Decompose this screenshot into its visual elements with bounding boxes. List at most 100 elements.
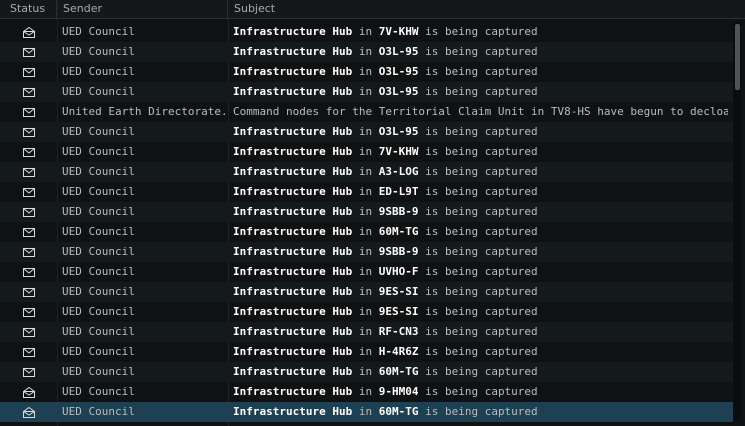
subject-pre: Infrastructure Hub xyxy=(233,205,353,218)
column-header-subject[interactable]: Subject xyxy=(228,0,745,18)
message-sender: UED Council xyxy=(62,225,135,238)
subject-mid: in xyxy=(352,85,379,98)
message-row[interactable]: UED Council Infrastructure Hub in O3L-95 … xyxy=(0,62,733,82)
subject-mid: in xyxy=(352,325,379,338)
message-row[interactable]: UED Council Infrastructure Hub in 60M-TG … xyxy=(0,222,733,242)
message-row[interactable]: UED Council Infrastructure Hub in H-4R6Z … xyxy=(0,342,733,362)
envelope-closed-icon xyxy=(0,322,57,342)
message-row[interactable]: UED Council Infrastructure Hub in 9SBB-9 … xyxy=(0,202,733,222)
message-subject: Infrastructure Hub in 60M-TG is being ca… xyxy=(233,362,728,382)
message-row[interactable]: UED Council Infrastructure Hub in 9ES-SI … xyxy=(0,302,733,322)
message-row[interactable]: UED Council Infrastructure Hub in 9ES-SI … xyxy=(0,282,733,302)
message-row[interactable]: UED Council Infrastructure Hub in 9-HM04 … xyxy=(0,382,733,402)
subject-post: is being captured xyxy=(418,305,538,318)
subject-pre: Infrastructure Hub xyxy=(233,125,353,138)
message-sender: UED Council xyxy=(62,385,135,398)
envelope-closed-icon xyxy=(0,362,57,382)
message-row[interactable]: UED Council Infrastructure Hub in 7V-KHW … xyxy=(0,22,733,42)
envelope-closed-icon xyxy=(0,82,57,102)
subject-mid: in xyxy=(352,145,379,158)
subject-pre: Infrastructure Hub xyxy=(233,145,353,158)
message-sender: UED Council xyxy=(62,265,135,278)
message-row[interactable]: UED Council Infrastructure Hub in UVHO-F … xyxy=(0,262,733,282)
message-row[interactable]: UED Council Infrastructure Hub in O3L-95 … xyxy=(0,122,733,142)
message-row[interactable]: UED Council Infrastructure Hub in O3L-95 … xyxy=(0,42,733,62)
subject-loc: A3-LOG xyxy=(378,165,419,178)
subject-pre: Infrastructure Hub xyxy=(233,285,353,298)
subject-pre: Infrastructure Hub xyxy=(233,405,353,418)
message-row[interactable]: UED Council Infrastructure Hub in RF-CN3 … xyxy=(0,322,733,342)
subject-pre: Infrastructure Hub xyxy=(233,385,353,398)
subject-post: is being captured xyxy=(418,385,538,398)
message-row[interactable]: UED Council Infrastructure Hub in 60M-TG … xyxy=(0,402,733,422)
subject-post: is being captured xyxy=(418,285,538,298)
subject-loc: 9ES-SI xyxy=(378,305,419,318)
subject-loc: 9ES-SI xyxy=(378,285,419,298)
message-sender: UED Council xyxy=(62,45,135,58)
envelope-closed-icon xyxy=(0,62,57,82)
envelope-closed-icon xyxy=(0,122,57,142)
mail-window: Status Sender Subject UED Council Infrast… xyxy=(0,0,745,426)
message-subject: Infrastructure Hub in 9SBB-9 is being ca… xyxy=(233,242,728,262)
envelope-closed-icon xyxy=(0,142,57,162)
subject-loc: O3L-95 xyxy=(378,125,419,138)
subject-post: is being captured xyxy=(418,25,538,38)
subject-pre: Infrastructure Hub xyxy=(233,65,353,78)
envelope-open-icon xyxy=(0,382,57,402)
message-subject: Infrastructure Hub in UVHO-F is being ca… xyxy=(233,262,728,282)
message-sender: UED Council xyxy=(62,325,135,338)
subject-post: is being captured xyxy=(418,145,538,158)
message-row[interactable]: UED Council Infrastructure Hub in ED-L9T … xyxy=(0,182,733,202)
subject-post: is being captured xyxy=(418,345,538,358)
subject-mid: in xyxy=(352,25,379,38)
message-subject: Infrastructure Hub in 9ES-SI is being ca… xyxy=(233,302,728,322)
envelope-closed-icon xyxy=(0,102,57,122)
message-row[interactable]: UED Council Infrastructure Hub in 60M-TG … xyxy=(0,362,733,382)
envelope-open-icon xyxy=(0,402,57,422)
message-sender: United Earth Directorate. xyxy=(62,105,226,118)
subject-loc: O3L-95 xyxy=(378,45,419,58)
subject-post: is being captured xyxy=(418,365,538,378)
message-subject: Infrastructure Hub in 7V-KHW is being ca… xyxy=(233,142,728,162)
subject-loc: O3L-95 xyxy=(378,65,419,78)
subject-pre: Infrastructure Hub xyxy=(233,325,353,338)
subject-post: is being captured xyxy=(418,245,538,258)
subject-loc: 60M-TG xyxy=(378,225,419,238)
subject-post: is being captured xyxy=(418,65,538,78)
column-header: Status Sender Subject xyxy=(0,0,745,19)
column-header-sender[interactable]: Sender xyxy=(57,0,228,18)
message-row[interactable]: UED Council Infrastructure Hub in 7V-KHW … xyxy=(0,142,733,162)
message-subject: Infrastructure Hub in 9ES-SI is being ca… xyxy=(233,282,728,302)
subject-post: is being captured xyxy=(418,125,538,138)
message-subject: Infrastructure Hub in O3L-95 is being ca… xyxy=(233,82,728,102)
scrollbar-thumb[interactable] xyxy=(735,24,740,90)
message-row[interactable]: UED Council Infrastructure Hub in A3-LOG … xyxy=(0,162,733,182)
subject-post: is being captured xyxy=(418,165,538,178)
message-sender: UED Council xyxy=(62,125,135,138)
message-subject: Infrastructure Hub in 60M-TG is being ca… xyxy=(233,402,728,422)
message-sender: UED Council xyxy=(62,85,135,98)
envelope-closed-icon xyxy=(0,222,57,242)
message-row[interactable]: UED Council Infrastructure Hub in O3L-95 … xyxy=(0,82,733,102)
subject-post: is being captured xyxy=(418,225,538,238)
message-row[interactable]: United Earth Directorate. Command nodes f… xyxy=(0,102,733,122)
subject-mid: in xyxy=(352,205,379,218)
subject-pre: Infrastructure Hub xyxy=(233,85,353,98)
message-subject: Infrastructure Hub in 60M-TG is being ca… xyxy=(233,222,728,242)
message-subject: Infrastructure Hub in A3-LOG is being ca… xyxy=(233,162,728,182)
envelope-closed-icon xyxy=(0,42,57,62)
column-header-status[interactable]: Status xyxy=(0,0,57,18)
subject-pre: Infrastructure Hub xyxy=(233,225,353,238)
subject-post: is being captured xyxy=(418,85,538,98)
message-subject: Infrastructure Hub in 7V-KHW is being ca… xyxy=(233,22,728,42)
subject-mid: in xyxy=(352,305,379,318)
subject-mid: in xyxy=(352,225,379,238)
message-sender: UED Council xyxy=(62,65,135,78)
subject-mid: in xyxy=(352,185,379,198)
subject-mid: in xyxy=(352,405,379,418)
message-row[interactable]: UED Council Infrastructure Hub in 9SBB-9 … xyxy=(0,242,733,262)
subject-mid: in xyxy=(352,125,379,138)
message-subject: Infrastructure Hub in O3L-95 is being ca… xyxy=(233,122,728,142)
message-sender: UED Council xyxy=(62,345,135,358)
envelope-closed-icon xyxy=(0,202,57,222)
